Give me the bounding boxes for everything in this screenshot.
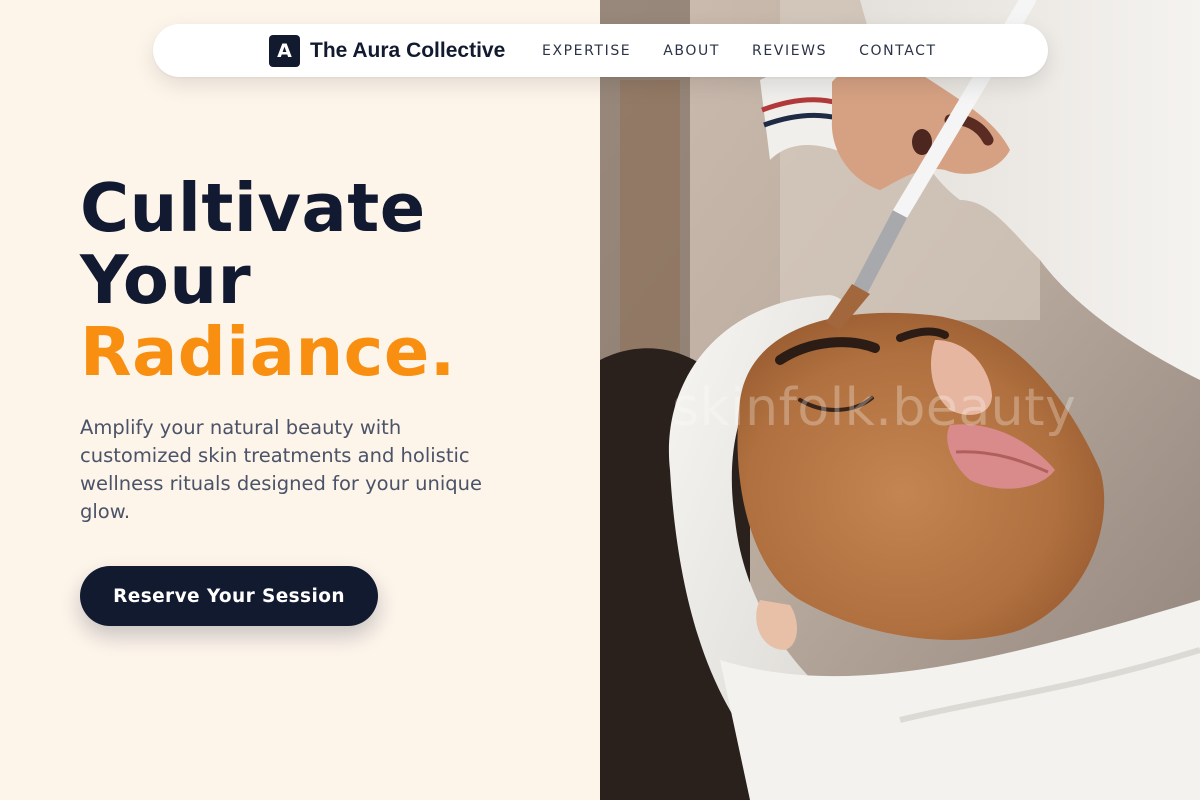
nav-link-expertise[interactable]: EXPERTISE [542, 43, 631, 59]
headline-accent: Radiance. [80, 313, 456, 391]
hero-image [600, 0, 1200, 800]
headline-line-2: Your [80, 241, 252, 319]
nav-links: EXPERTISE ABOUT REVIEWS CONTACT [542, 24, 937, 77]
nav-link-reviews[interactable]: REVIEWS [752, 43, 827, 59]
brand-logo-link[interactable]: A The Aura Collective [269, 35, 505, 67]
hero-headline: Cultivate Your Radiance. [80, 172, 456, 388]
headline-line-1: Cultivate [80, 169, 426, 247]
hero-subtext: Amplify your natural beauty with customi… [80, 416, 483, 523]
nav-link-about[interactable]: ABOUT [663, 43, 720, 59]
letter-a-logo-icon: A [269, 35, 300, 67]
facial-treatment-photo [600, 0, 1200, 800]
landing-page: Cultivate Your Radiance. Amplify your na… [0, 0, 1200, 800]
reserve-session-button[interactable]: Reserve Your Session [80, 566, 378, 626]
top-navigation: A The Aura Collective EXPERTISE ABOUT RE… [153, 24, 1048, 77]
hero-section: Cultivate Your Radiance. Amplify your na… [0, 0, 600, 800]
brand-name: The Aura Collective [310, 39, 506, 62]
nav-link-contact[interactable]: CONTACT [859, 43, 937, 59]
